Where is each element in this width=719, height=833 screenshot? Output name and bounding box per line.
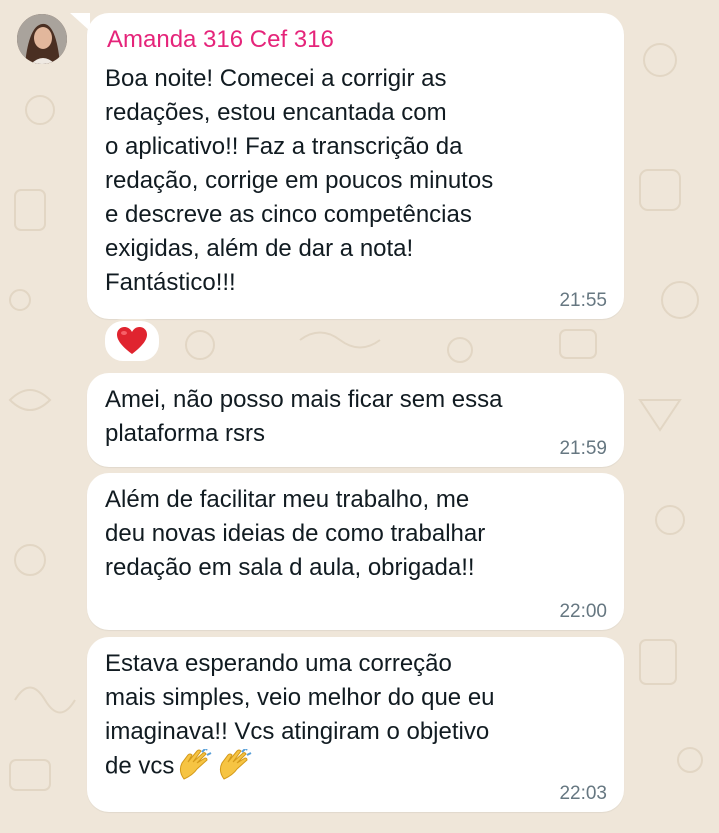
emoji-group (176, 749, 254, 785)
avatar-photo (17, 14, 67, 64)
clapping-hands-icon (220, 749, 252, 780)
message-bubble[interactable]: Estava esperando uma correção mais simpl… (87, 637, 624, 812)
message-text: Amei, não posso mais ficar sem essa plat… (105, 386, 503, 447)
clapping-hands-icon (180, 749, 212, 780)
message-time: 22:03 (559, 783, 607, 804)
sender-name[interactable]: Amanda 316 Cef 316 (107, 25, 334, 55)
message-reaction[interactable] (103, 319, 161, 363)
message-text: Além de facilitar meu trabalho, me deu n… (105, 486, 486, 581)
avatar[interactable] (17, 14, 67, 64)
message-bubble[interactable]: Além de facilitar meu trabalho, me deu n… (87, 473, 624, 630)
message-text: Estava esperando uma correção mais simpl… (105, 647, 615, 785)
heart-icon (117, 327, 147, 354)
message-time: 22:00 (559, 601, 607, 622)
message-bubble[interactable]: Amanda 316 Cef 316 Boa noite! Comecei a … (87, 13, 624, 319)
message-time: 21:59 (559, 438, 607, 459)
message-bubble[interactable]: Amei, não posso mais ficar sem essa plat… (87, 373, 624, 467)
message-text: Boa noite! Comecei a corrigir as redaçõe… (105, 65, 494, 296)
message-time: 21:55 (559, 290, 607, 311)
message-text-content: Estava esperando uma correção mais simpl… (105, 650, 495, 780)
